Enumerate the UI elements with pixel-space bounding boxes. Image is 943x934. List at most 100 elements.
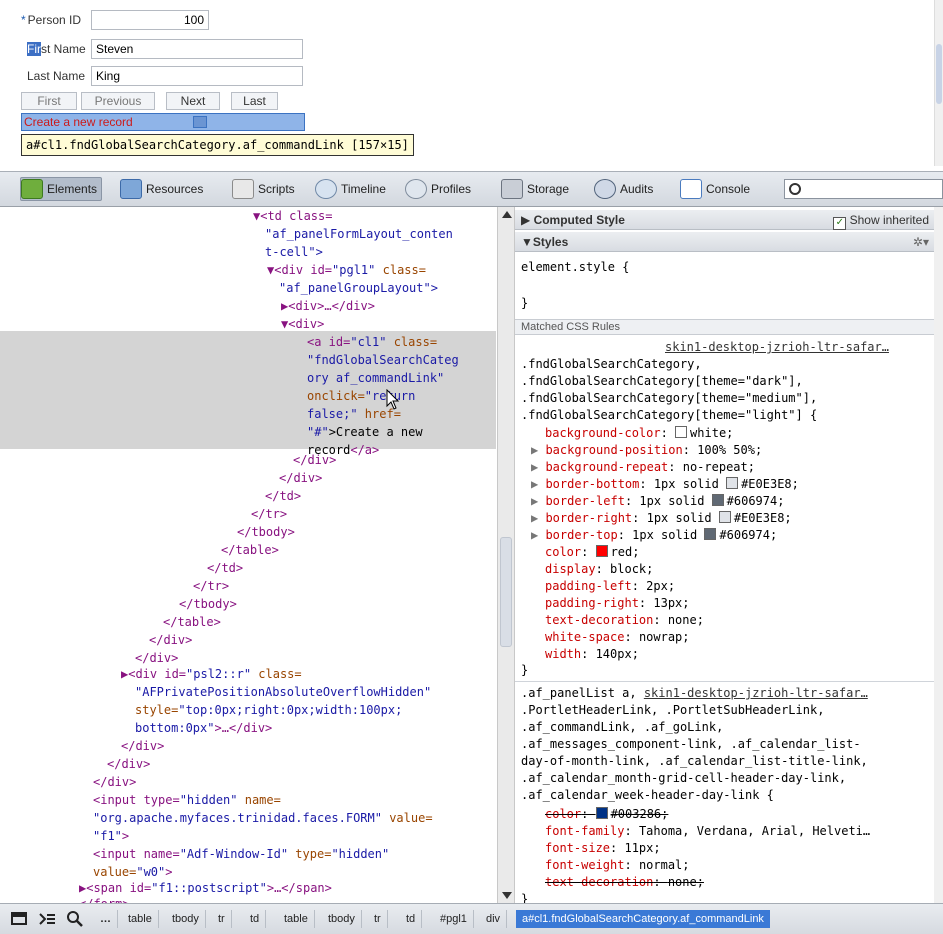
styles-header[interactable]: ▼Styles ✲▾ [515, 232, 943, 252]
dom-line[interactable]: bottom:0px">…</div> [135, 719, 272, 737]
devtools-search-input[interactable] [784, 179, 943, 199]
css-property[interactable]: font-size: 11px; [545, 840, 661, 857]
create-record-link[interactable]: Create a new record [21, 113, 305, 131]
dom-line-selected[interactable]: ory af_commandLink" [307, 369, 444, 387]
css-selector[interactable]: .af_messages_component-link, .af_calenda… [521, 736, 861, 753]
breadcrumb-item[interactable]: a#cl1.fndGlobalSearchCategory.af_command… [516, 910, 770, 928]
next-button[interactable]: Next [166, 92, 220, 110]
page-scroll-thumb[interactable] [936, 44, 942, 104]
dom-line[interactable]: </td> [207, 559, 243, 577]
expand-icon[interactable]: ▶ [531, 460, 545, 474]
dom-scroll-thumb[interactable] [500, 537, 512, 647]
color-swatch[interactable] [726, 477, 739, 489]
dock-toggle-icon[interactable] [10, 910, 28, 928]
inspect-search-icon[interactable] [66, 910, 84, 928]
dom-line[interactable]: </tr> [193, 577, 229, 595]
dom-line[interactable]: </tr> [251, 505, 287, 523]
console-drawer-icon[interactable] [38, 910, 56, 928]
last-name-input[interactable]: King [91, 66, 303, 86]
breadcrumb-item[interactable]: tr [212, 910, 232, 928]
css-property[interactable]: color: red; [545, 544, 639, 561]
dom-line[interactable]: </div> [149, 631, 192, 649]
computed-style-header[interactable]: ▶ Computed Style ✓ Show inherited [515, 210, 943, 230]
color-swatch[interactable] [704, 528, 717, 540]
css-selector[interactable]: .fndGlobalSearchCategory, [521, 356, 702, 373]
first-name-input[interactable]: Steven [91, 39, 303, 59]
dom-line[interactable]: <input name="Adf-Window-Id" type="hidden… [93, 845, 389, 863]
dom-line[interactable]: </div> [121, 737, 164, 755]
show-inherited-toggle[interactable]: ✓ Show inherited [833, 210, 929, 230]
scroll-down-icon[interactable] [502, 892, 512, 899]
expand-icon[interactable]: ▶ [531, 511, 545, 525]
breadcrumb-item[interactable]: table [122, 910, 159, 928]
last-button[interactable]: Last [231, 92, 278, 110]
expand-icon[interactable]: ▶ [531, 528, 545, 542]
dom-line[interactable]: ▼<td class= [253, 207, 332, 225]
page-scrollbar[interactable] [934, 0, 943, 166]
expand-icon[interactable]: ▶ [531, 443, 545, 457]
breadcrumb-item[interactable]: div [480, 910, 508, 928]
dom-line[interactable]: </div> [93, 773, 136, 791]
dom-line[interactable]: ▼<div> [281, 315, 324, 333]
element-style-open[interactable]: element.style { [521, 259, 629, 276]
tab-scripts[interactable]: Scripts [232, 177, 295, 201]
dom-line[interactable]: ▶<div>…</div> [281, 297, 375, 315]
css-selector[interactable]: .PortletHeaderLink, .PortletSubHeaderLin… [521, 702, 824, 719]
dom-line[interactable]: <input type="hidden" name= [93, 791, 281, 809]
css-selector[interactable]: .af_calendar_month-grid-cell-header-day-… [521, 770, 846, 787]
css-property[interactable]: ▶ border-top: 1px solid #606974; [531, 527, 777, 544]
css-property[interactable]: text-decoration: none; [545, 612, 704, 629]
tab-elements[interactable]: Elements [20, 177, 103, 201]
css-property[interactable]: padding-left: 2px; [545, 578, 675, 595]
css-property[interactable]: width: 140px; [545, 646, 639, 663]
css-selector[interactable]: .fndGlobalSearchCategory[theme="light"] … [521, 407, 817, 424]
stylesheet-source-link[interactable]: skin1-desktop-jzrioh-ltr-safar… [665, 339, 889, 356]
stylesheet-source-link[interactable]: skin1-desktop-jzrioh-ltr-safar… [644, 686, 868, 700]
dom-scrollbar[interactable] [497, 207, 515, 903]
dom-line[interactable]: </table> [221, 541, 279, 559]
tab-audits[interactable]: Audits [594, 177, 653, 201]
dom-line[interactable]: </form> [79, 895, 130, 903]
breadcrumb-more[interactable]: … [94, 910, 118, 928]
dom-line[interactable]: ▶<div id="psl2::r" class= [121, 665, 302, 683]
dom-line[interactable]: </tbody> [179, 595, 237, 613]
css-selector[interactable]: .fndGlobalSearchCategory[theme="dark"], [521, 373, 803, 390]
dom-line[interactable]: "f1"> [93, 827, 129, 845]
styles-scrollbar[interactable] [934, 207, 943, 903]
css-property[interactable]: font-family: Tahoma, Verdana, Arial, Hel… [545, 823, 870, 840]
gear-icon[interactable]: ✲▾ [913, 232, 929, 252]
breadcrumb-item[interactable]: tbody [166, 910, 206, 928]
dom-line[interactable]: "org.apache.myfaces.trinidad.faces.FORM"… [93, 809, 433, 827]
expand-icon[interactable]: ▶ [531, 494, 545, 508]
color-swatch[interactable] [675, 426, 688, 438]
color-swatch[interactable] [595, 545, 608, 557]
css-property[interactable]: background-color: white; [545, 425, 733, 442]
css-property[interactable]: font-weight: normal; [545, 857, 690, 874]
color-swatch[interactable] [595, 807, 608, 819]
dom-line[interactable]: "af_panelFormLayout_conten [265, 225, 453, 243]
breadcrumb-item[interactable]: tr [368, 910, 388, 928]
dom-line-selected[interactable]: "#">Create a new [307, 423, 423, 441]
dom-line[interactable]: </div> [279, 469, 322, 487]
tab-resources[interactable]: Resources [120, 177, 203, 201]
tab-storage[interactable]: Storage [501, 177, 569, 201]
css-property-overridden[interactable]: color: #003286; [545, 806, 668, 823]
color-swatch[interactable] [711, 494, 724, 506]
breadcrumb-item[interactable]: td [400, 910, 423, 928]
tab-profiles[interactable]: Profiles [405, 177, 471, 201]
dom-line[interactable]: "af_panelGroupLayout"> [279, 279, 438, 297]
css-property[interactable]: padding-right: 13px; [545, 595, 690, 612]
css-property[interactable]: ▶ border-bottom: 1px solid #E0E3E8; [531, 476, 799, 493]
tab-timeline[interactable]: Timeline [315, 177, 386, 201]
dom-line[interactable]: </div> [107, 755, 150, 773]
breadcrumb-item[interactable]: td [244, 910, 267, 928]
dom-line[interactable]: style="top:0px;right:0px;width:100px; [135, 701, 402, 719]
dom-tree-pane[interactable]: ▼<td class= "af_panelFormLayout_conten t… [0, 207, 500, 903]
expand-icon[interactable]: ▶ [531, 477, 545, 491]
css-selector[interactable]: day-of-month-link, .af_calendar_list-tit… [521, 753, 868, 770]
first-button[interactable]: First [21, 92, 77, 110]
css-selector[interactable]: .af_calendar_week-header-day-link { [521, 787, 774, 804]
dom-line-selected[interactable]: "fndGlobalSearchCateg [307, 351, 459, 369]
dom-line[interactable]: </table> [163, 613, 221, 631]
checkbox-checked-icon[interactable]: ✓ [833, 217, 847, 230]
